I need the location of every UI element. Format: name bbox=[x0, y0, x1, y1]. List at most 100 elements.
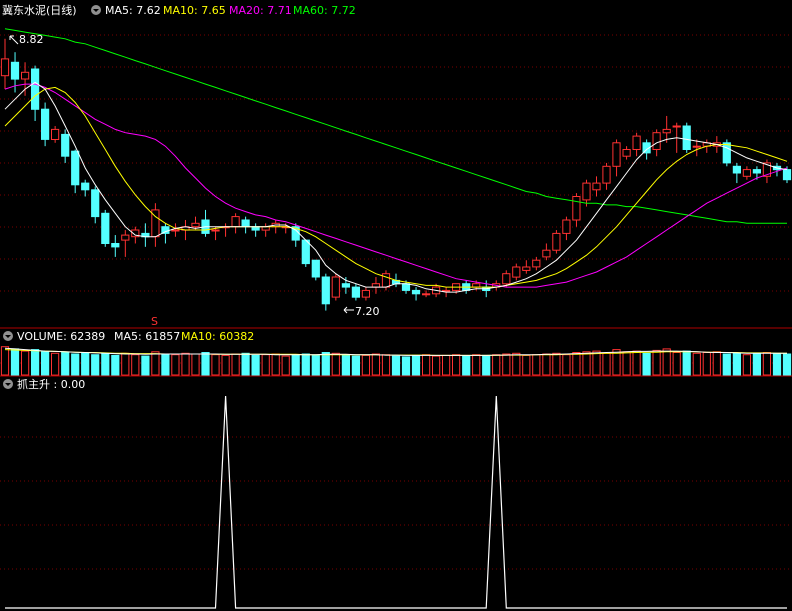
volume-label: VOLUME: 62389 bbox=[17, 330, 105, 343]
candle-body bbox=[682, 125, 691, 150]
candle-body bbox=[171, 229, 180, 232]
candle-body bbox=[101, 212, 110, 245]
volume-bar bbox=[51, 352, 60, 376]
collapse-toggle-icon[interactable] bbox=[91, 5, 101, 15]
candle-body bbox=[552, 232, 561, 251]
volume-bar bbox=[141, 355, 150, 376]
volume-bar bbox=[452, 354, 461, 376]
candle bbox=[101, 209, 110, 247]
volume-bar bbox=[131, 354, 140, 376]
candle-body bbox=[401, 283, 411, 291]
indicator-label: 抓主升 : 0.00 bbox=[17, 377, 85, 391]
candle-body bbox=[422, 293, 431, 296]
candle-body bbox=[71, 150, 80, 186]
candle-body bbox=[612, 142, 621, 167]
volume-bar bbox=[251, 354, 260, 376]
candle-body bbox=[472, 283, 481, 288]
candle-body bbox=[582, 182, 591, 201]
candle-body bbox=[251, 226, 260, 231]
volume-bar bbox=[161, 353, 170, 376]
volume-bar bbox=[582, 351, 591, 376]
volume-bar bbox=[0, 346, 10, 376]
volume-bar bbox=[401, 356, 411, 376]
ma10-label: MA10: 7.65 bbox=[163, 4, 226, 17]
candle-body bbox=[602, 165, 611, 184]
volume-bar bbox=[361, 354, 370, 376]
candle bbox=[41, 102, 50, 147]
candle-body bbox=[241, 219, 250, 228]
candle-body bbox=[371, 283, 380, 288]
volume-bar bbox=[622, 351, 631, 376]
candle-body bbox=[411, 289, 421, 295]
volume-bar bbox=[762, 352, 771, 376]
volume-bar bbox=[692, 352, 701, 376]
candle-body bbox=[632, 135, 641, 151]
volume-bar bbox=[602, 352, 611, 376]
candle-body bbox=[0, 58, 10, 77]
candle-body bbox=[782, 169, 792, 181]
candle-body bbox=[231, 216, 240, 228]
volume-bar bbox=[261, 354, 270, 376]
volume-bar bbox=[512, 352, 521, 376]
volume-toggle-icon[interactable] bbox=[3, 331, 13, 341]
volume-bar bbox=[562, 354, 571, 376]
volume-bar bbox=[502, 353, 511, 376]
candle-body bbox=[81, 182, 90, 191]
stock-title: 冀东水泥(日线) bbox=[2, 3, 77, 17]
volume-bar bbox=[301, 353, 310, 376]
volume-bar bbox=[351, 355, 360, 376]
volume-bar bbox=[311, 354, 320, 376]
candle-body bbox=[512, 266, 521, 278]
candle bbox=[682, 122, 691, 153]
volume-bar bbox=[61, 352, 70, 376]
volume-bar bbox=[532, 354, 541, 376]
volume-bar bbox=[101, 353, 110, 376]
volume-ma5-label: MA5: 61857 bbox=[114, 330, 180, 343]
volume-bar bbox=[221, 354, 230, 376]
volume-bar bbox=[482, 354, 491, 376]
candle-body bbox=[742, 169, 751, 177]
candle-body bbox=[41, 108, 50, 140]
volume-bar bbox=[552, 352, 561, 376]
volume-bar bbox=[21, 350, 30, 376]
volume-bar bbox=[91, 354, 100, 376]
volume-bar bbox=[462, 355, 471, 376]
volume-bar bbox=[572, 352, 581, 376]
candle-body bbox=[572, 196, 581, 221]
stock-chart: 冀东水泥(日线) MA5: 7.62 MA10: 7.65 MA20: 7.71… bbox=[0, 0, 792, 611]
volume-bar bbox=[632, 350, 641, 376]
volume-bar bbox=[432, 355, 441, 376]
candle-body bbox=[341, 283, 350, 288]
candle-body bbox=[502, 273, 511, 285]
candle-body bbox=[732, 165, 741, 174]
ma60-label: MA60: 7.72 bbox=[293, 4, 356, 17]
indicator-toggle-icon[interactable] bbox=[3, 379, 13, 389]
volume-bar bbox=[672, 352, 681, 376]
candle-body bbox=[10, 61, 20, 80]
volume-bar bbox=[652, 349, 661, 376]
candle-body bbox=[692, 145, 701, 148]
volume-ma10-label: MA10: 60382 bbox=[181, 330, 254, 343]
volume-bar bbox=[371, 353, 380, 376]
candle-body bbox=[311, 259, 320, 278]
volume-bar bbox=[522, 354, 531, 376]
candle-body bbox=[562, 219, 571, 234]
candle-body bbox=[532, 259, 541, 268]
ma5-label: MA5: 7.62 bbox=[105, 4, 161, 17]
volume-bar bbox=[472, 354, 481, 376]
volume-bar bbox=[271, 353, 280, 376]
candle bbox=[722, 139, 731, 167]
volume-bar bbox=[662, 348, 671, 376]
candle-body bbox=[622, 149, 631, 157]
volume-bar bbox=[331, 352, 340, 376]
candle-body bbox=[51, 128, 60, 140]
volume-bar bbox=[492, 354, 501, 376]
candle-body bbox=[722, 142, 731, 164]
candle-body bbox=[21, 71, 30, 80]
volume-bar bbox=[231, 353, 240, 376]
volume-bar bbox=[321, 352, 330, 376]
candle-body bbox=[752, 169, 761, 174]
volume-bar bbox=[752, 353, 761, 376]
volume-bar bbox=[31, 349, 40, 376]
volume-bar bbox=[281, 355, 290, 376]
